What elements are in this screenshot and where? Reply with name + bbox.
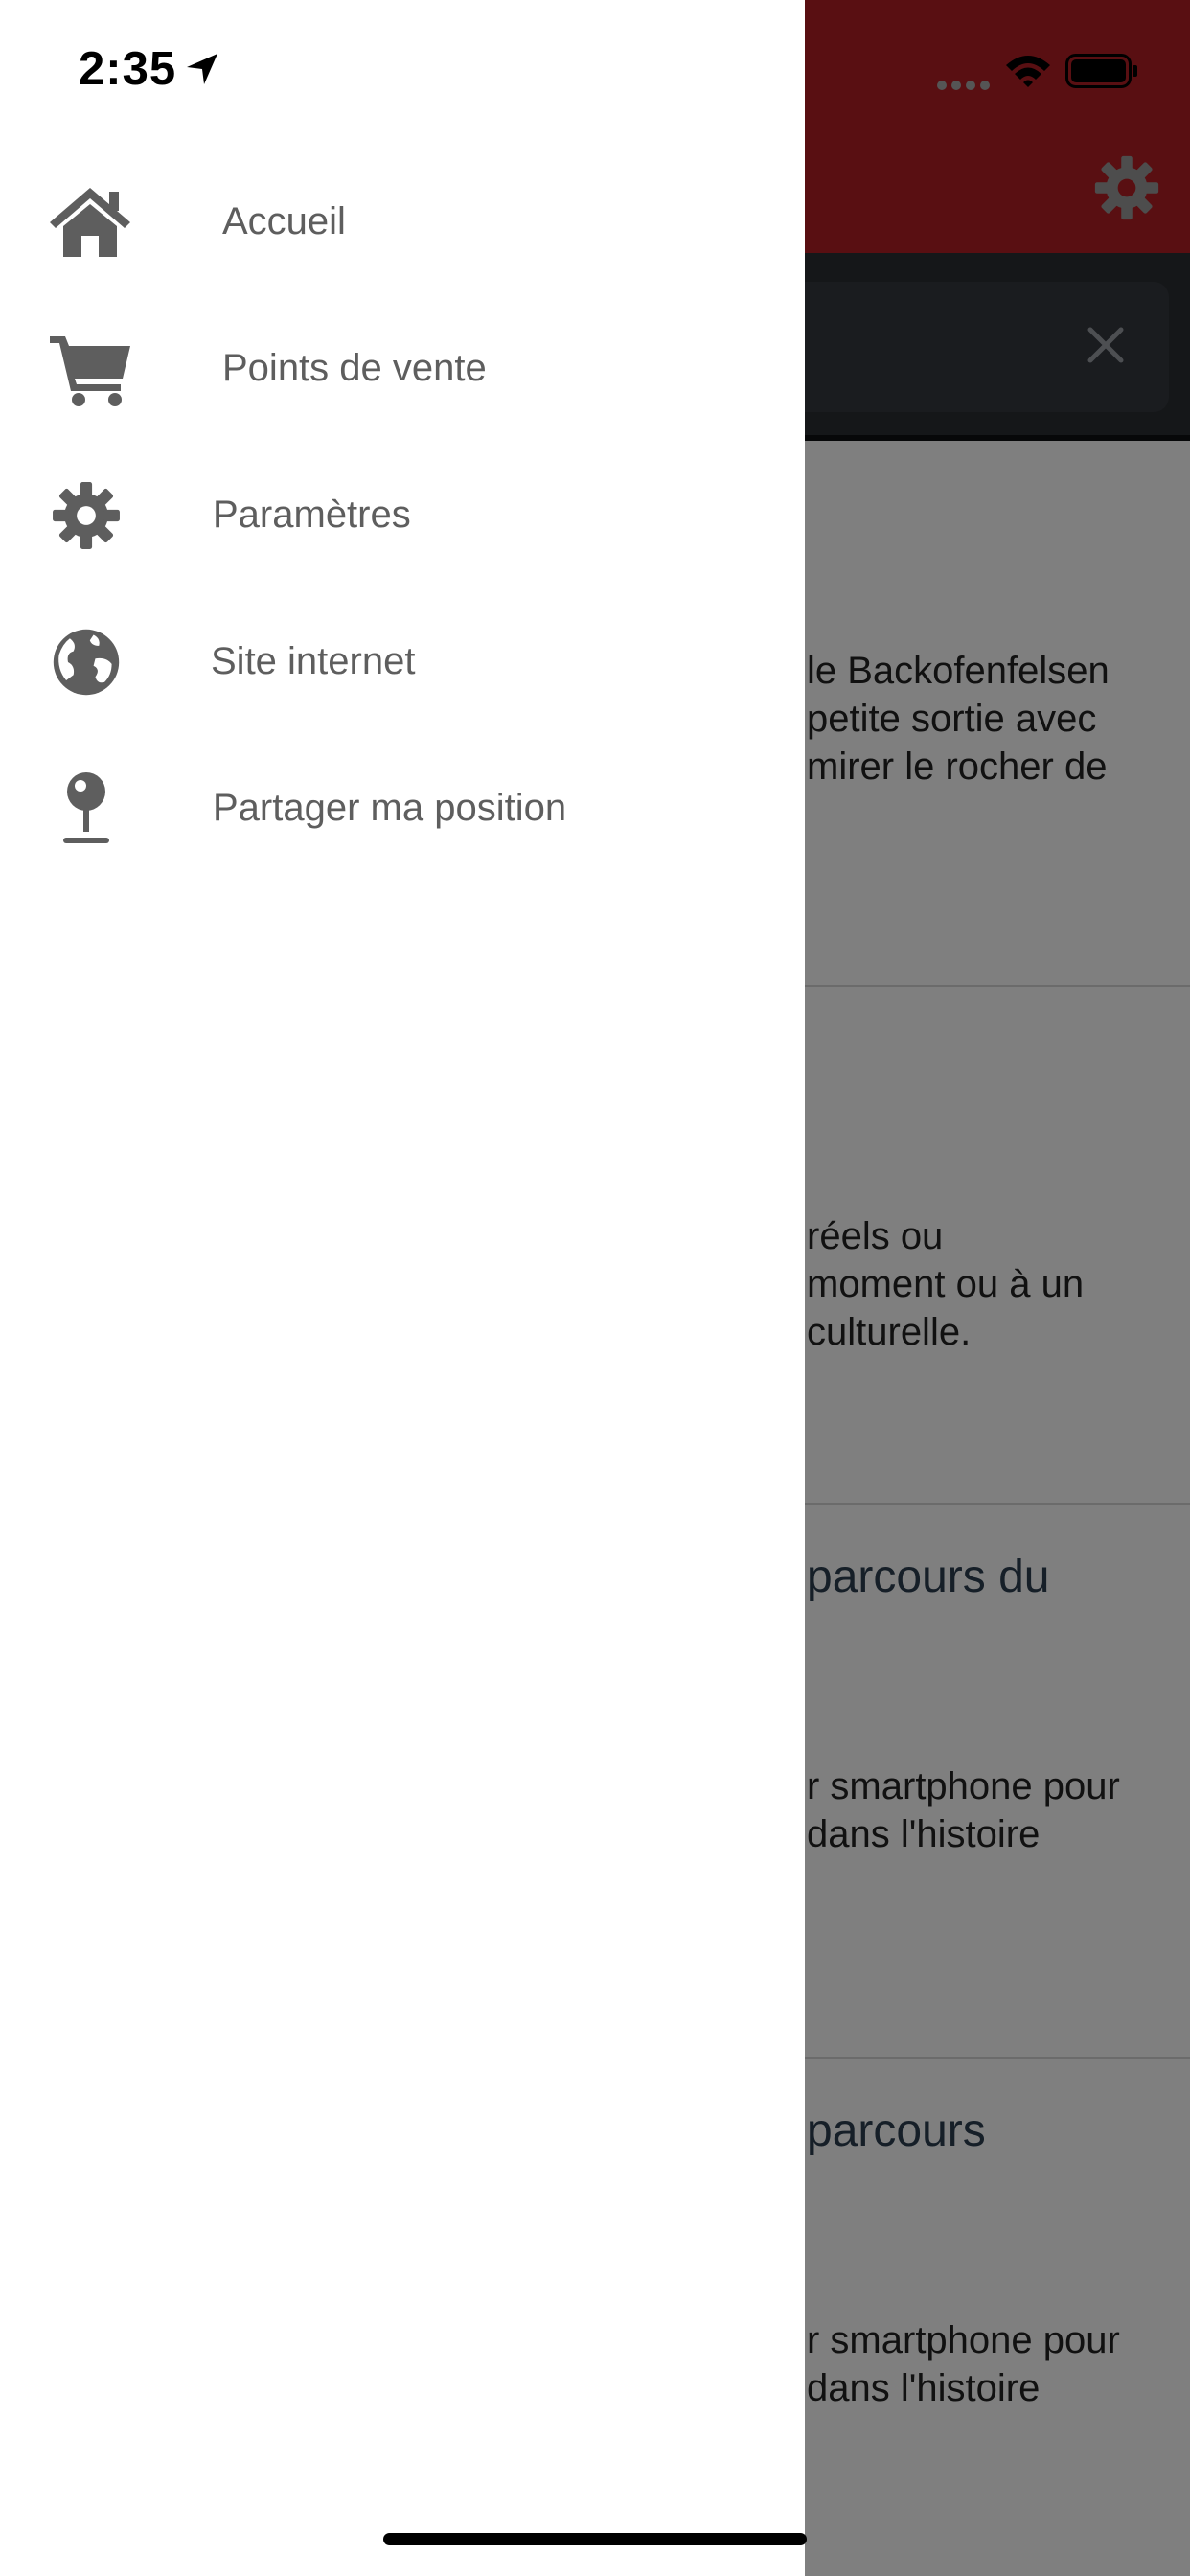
drawer-item-label: Partager ma position (213, 787, 567, 829)
drawer-item-label: Site internet (211, 640, 416, 682)
drawer-item-accueil[interactable]: Accueil (0, 150, 805, 294)
drawer-item-parametres[interactable]: Paramètres (0, 444, 805, 587)
navigation-drawer: 2:35 Accueil Points de vente Paramètres … (0, 0, 805, 2576)
drawer-item-partager-ma-position[interactable]: Partager ma position (0, 737, 805, 881)
cart-icon (46, 331, 134, 407)
drawer-item-label: Paramètres (213, 494, 411, 536)
drawer-item-points-de-vente[interactable]: Points de vente (0, 297, 805, 441)
drawer-item-label: Accueil (222, 200, 346, 242)
battery-icon (1065, 54, 1138, 88)
location-arrow-icon (185, 52, 219, 86)
status-time: 2:35 (79, 43, 177, 95)
home-indicator[interactable] (383, 2533, 807, 2545)
cellular-signal-icon (935, 79, 993, 92)
map-pin-icon (59, 770, 113, 847)
drawer-item-label: Points de vente (222, 347, 487, 389)
wifi-icon (1004, 52, 1052, 88)
drawer-item-site-internet[interactable]: Site internet (0, 590, 805, 734)
gear-icon (50, 477, 123, 554)
globe-icon (50, 624, 123, 701)
home-icon (46, 184, 134, 261)
